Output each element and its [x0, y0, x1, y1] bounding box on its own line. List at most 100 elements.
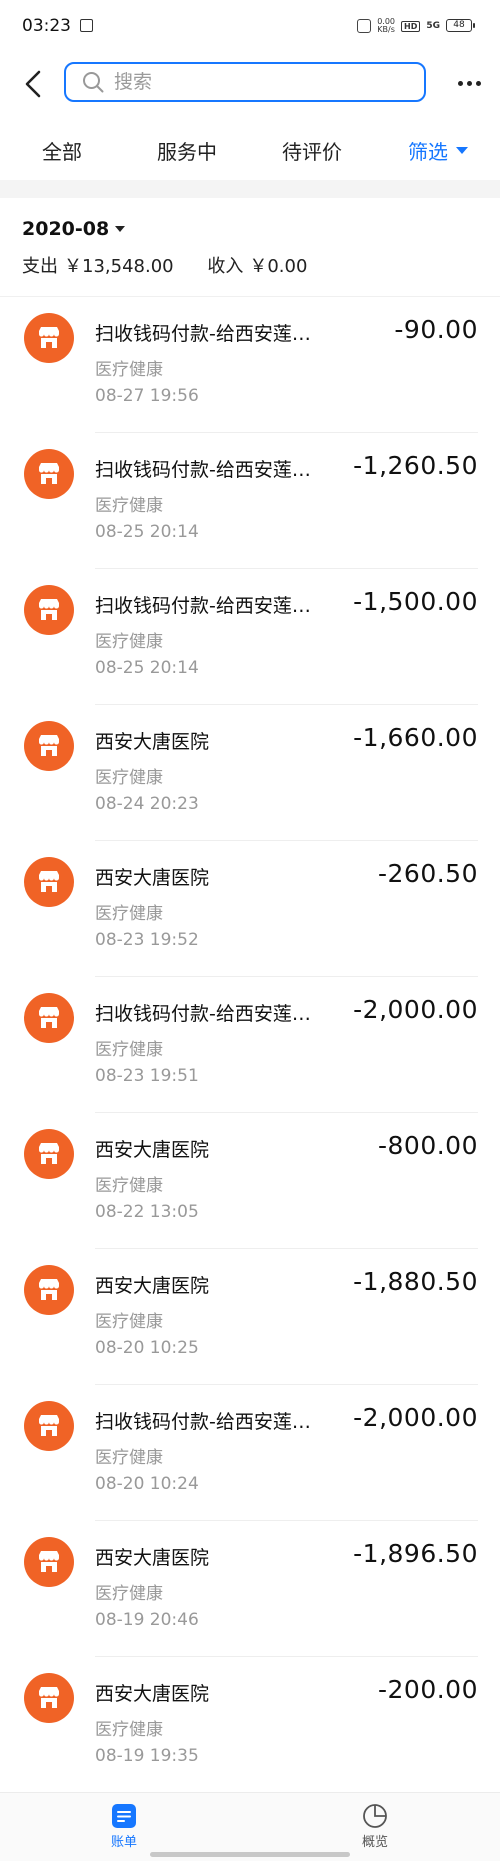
- tab-pending-review[interactable]: 待评价: [282, 136, 342, 165]
- income-label: 收入: [207, 256, 244, 277]
- transaction-category: 医疗健康: [95, 1312, 163, 1332]
- transaction-row[interactable]: 扫收钱码付款-给西安莲… 医疗健康 08-20 10:24 -2,000.00: [0, 1385, 500, 1521]
- transaction-title: 扫收钱码付款-给西安莲…: [95, 459, 311, 481]
- transaction-time: 08-19 20:46: [95, 1610, 199, 1630]
- transaction-row[interactable]: 西安大唐医院 医疗健康 08-19 20:46 -1,896.50: [0, 1521, 500, 1657]
- transaction-amount: -2,000.00: [353, 995, 478, 1024]
- merchant-icon: [24, 857, 74, 907]
- merchant-icon: [24, 1537, 74, 1587]
- merchant-icon: [24, 585, 74, 635]
- section-divider: [0, 180, 500, 198]
- back-button[interactable]: [16, 66, 52, 102]
- transaction-amount: -1,660.00: [353, 723, 478, 752]
- transaction-time: 08-20 10:24: [95, 1474, 199, 1494]
- transaction-amount: -2,000.00: [353, 1403, 478, 1432]
- transaction-time: 08-24 20:23: [95, 794, 199, 814]
- storefront-icon: [39, 871, 59, 892]
- search-box[interactable]: [64, 62, 426, 102]
- vibrate-icon: [357, 19, 372, 33]
- top-bar: [0, 60, 500, 108]
- tab-all[interactable]: 全部: [42, 136, 82, 165]
- merchant-icon: [24, 1673, 74, 1723]
- transaction-category: 医疗健康: [95, 1448, 163, 1468]
- nav-overview[interactable]: 概览: [335, 1803, 415, 1850]
- transaction-title: 扫收钱码付款-给西安莲…: [95, 323, 311, 345]
- transaction-time: 08-23 19:51: [95, 1066, 199, 1086]
- nav-bill-label: 账单: [110, 1835, 137, 1850]
- transaction-time: 08-22 13:05: [95, 1202, 199, 1222]
- storefront-icon: [39, 463, 59, 484]
- transaction-row[interactable]: 西安大唐医院 医疗健康 08-24 20:23 -1,660.00: [0, 705, 500, 841]
- transaction-row[interactable]: 扫收钱码付款-给西安莲… 医疗健康 08-25 20:14 -1,500.00: [0, 569, 500, 705]
- storefront-icon: [39, 599, 59, 620]
- transaction-row[interactable]: 西安大唐医院 医疗健康 08-23 19:52 -260.50: [0, 841, 500, 977]
- transaction-row[interactable]: 扫收钱码付款-给西安莲… 医疗健康 08-27 19:56 -90.00: [0, 297, 500, 433]
- network-speed: 0.00 KB/s: [377, 17, 395, 34]
- merchant-icon: [24, 313, 74, 363]
- tab-in-service[interactable]: 服务中: [157, 136, 217, 165]
- month-summary: 支出 ￥13,548.00 收入 ￥0.00: [22, 252, 313, 278]
- month-header: 2020-08 支出 ￥13,548.00 收入 ￥0.00: [0, 198, 500, 297]
- transaction-category: 医疗健康: [95, 904, 163, 924]
- transaction-row[interactable]: 西安大唐医院 医疗健康 08-19 19:35 -200.00: [0, 1657, 500, 1793]
- search-icon: [83, 72, 104, 93]
- bottom-nav: 账单 概览: [0, 1792, 500, 1861]
- transaction-time: 08-25 20:14: [95, 658, 199, 678]
- status-bar: 03:23 0.00 KB/s HD 5G 48: [0, 0, 500, 52]
- tab-filter[interactable]: 筛选: [408, 136, 468, 165]
- storefront-icon: [39, 1007, 59, 1028]
- more-options-button[interactable]: [454, 68, 484, 98]
- caret-down-icon: [456, 147, 468, 154]
- transaction-row[interactable]: 西安大唐医院 医疗健康 08-22 13:05 -800.00: [0, 1113, 500, 1249]
- nav-bill[interactable]: 账单: [84, 1803, 164, 1850]
- transaction-category: 医疗健康: [95, 360, 163, 380]
- transaction-title: 西安大唐医院: [95, 1139, 210, 1161]
- storefront-icon: [39, 1551, 59, 1572]
- transaction-time: 08-23 19:52: [95, 930, 199, 950]
- transaction-row[interactable]: 扫收钱码付款-给西安莲… 医疗健康 08-23 19:51 -2,000.00: [0, 977, 500, 1113]
- transaction-category: 医疗健康: [95, 1720, 163, 1740]
- transaction-amount: -800.00: [378, 1131, 478, 1160]
- transaction-title: 西安大唐医院: [95, 867, 210, 889]
- transaction-row[interactable]: 西安大唐医院 医疗健康 08-20 10:25 -1,880.50: [0, 1249, 500, 1385]
- nav-overview-label: 概览: [361, 1835, 388, 1850]
- bill-icon: [112, 1804, 136, 1828]
- transaction-title: 西安大唐医院: [95, 731, 210, 753]
- transaction-amount: -1,500.00: [353, 587, 478, 616]
- transaction-list: 扫收钱码付款-给西安莲… 医疗健康 08-27 19:56 -90.00 扫收钱…: [0, 297, 500, 1793]
- transaction-title: 扫收钱码付款-给西安莲…: [95, 1003, 311, 1025]
- transaction-time: 08-27 19:56: [95, 386, 199, 406]
- storefront-icon: [39, 327, 59, 348]
- month-label: 2020-08: [22, 218, 110, 240]
- transaction-category: 医疗健康: [95, 1040, 163, 1060]
- month-selector[interactable]: 2020-08: [22, 218, 126, 240]
- transaction-time: 08-25 20:14: [95, 522, 199, 542]
- expense-value: ￥13,548.00: [64, 256, 174, 277]
- chevron-left-icon: [25, 70, 41, 98]
- more-dot-icon: [466, 80, 472, 86]
- search-input[interactable]: [112, 70, 396, 94]
- caret-down-icon: [115, 226, 126, 232]
- storefront-icon: [39, 1415, 59, 1436]
- transaction-row[interactable]: 扫收钱码付款-给西安莲… 医疗健康 08-25 20:14 -1,260.50: [0, 433, 500, 569]
- signal-icon: 5G: [426, 21, 440, 31]
- merchant-icon: [24, 1129, 74, 1179]
- merchant-icon: [24, 449, 74, 499]
- income-value: ￥0.00: [249, 256, 308, 277]
- merchant-icon: [24, 1265, 74, 1315]
- transaction-category: 医疗健康: [95, 1584, 163, 1604]
- transaction-amount: -1,260.50: [353, 451, 478, 480]
- transaction-title: 扫收钱码付款-给西安莲…: [95, 595, 311, 617]
- filter-tabs: 全部 服务中 待评价 筛选: [0, 128, 500, 170]
- transaction-category: 医疗健康: [95, 632, 163, 652]
- transaction-category: 医疗健康: [95, 496, 163, 516]
- transaction-amount: -90.00: [394, 315, 478, 344]
- status-time: 03:23: [22, 16, 71, 36]
- transaction-amount: -260.50: [378, 859, 478, 888]
- merchant-icon: [24, 993, 74, 1043]
- transaction-amount: -200.00: [378, 1675, 478, 1704]
- gallery-notification-icon: [80, 19, 93, 32]
- transaction-title: 西安大唐医院: [95, 1275, 210, 1297]
- merchant-icon: [24, 721, 74, 771]
- transaction-title: 西安大唐医院: [95, 1683, 210, 1705]
